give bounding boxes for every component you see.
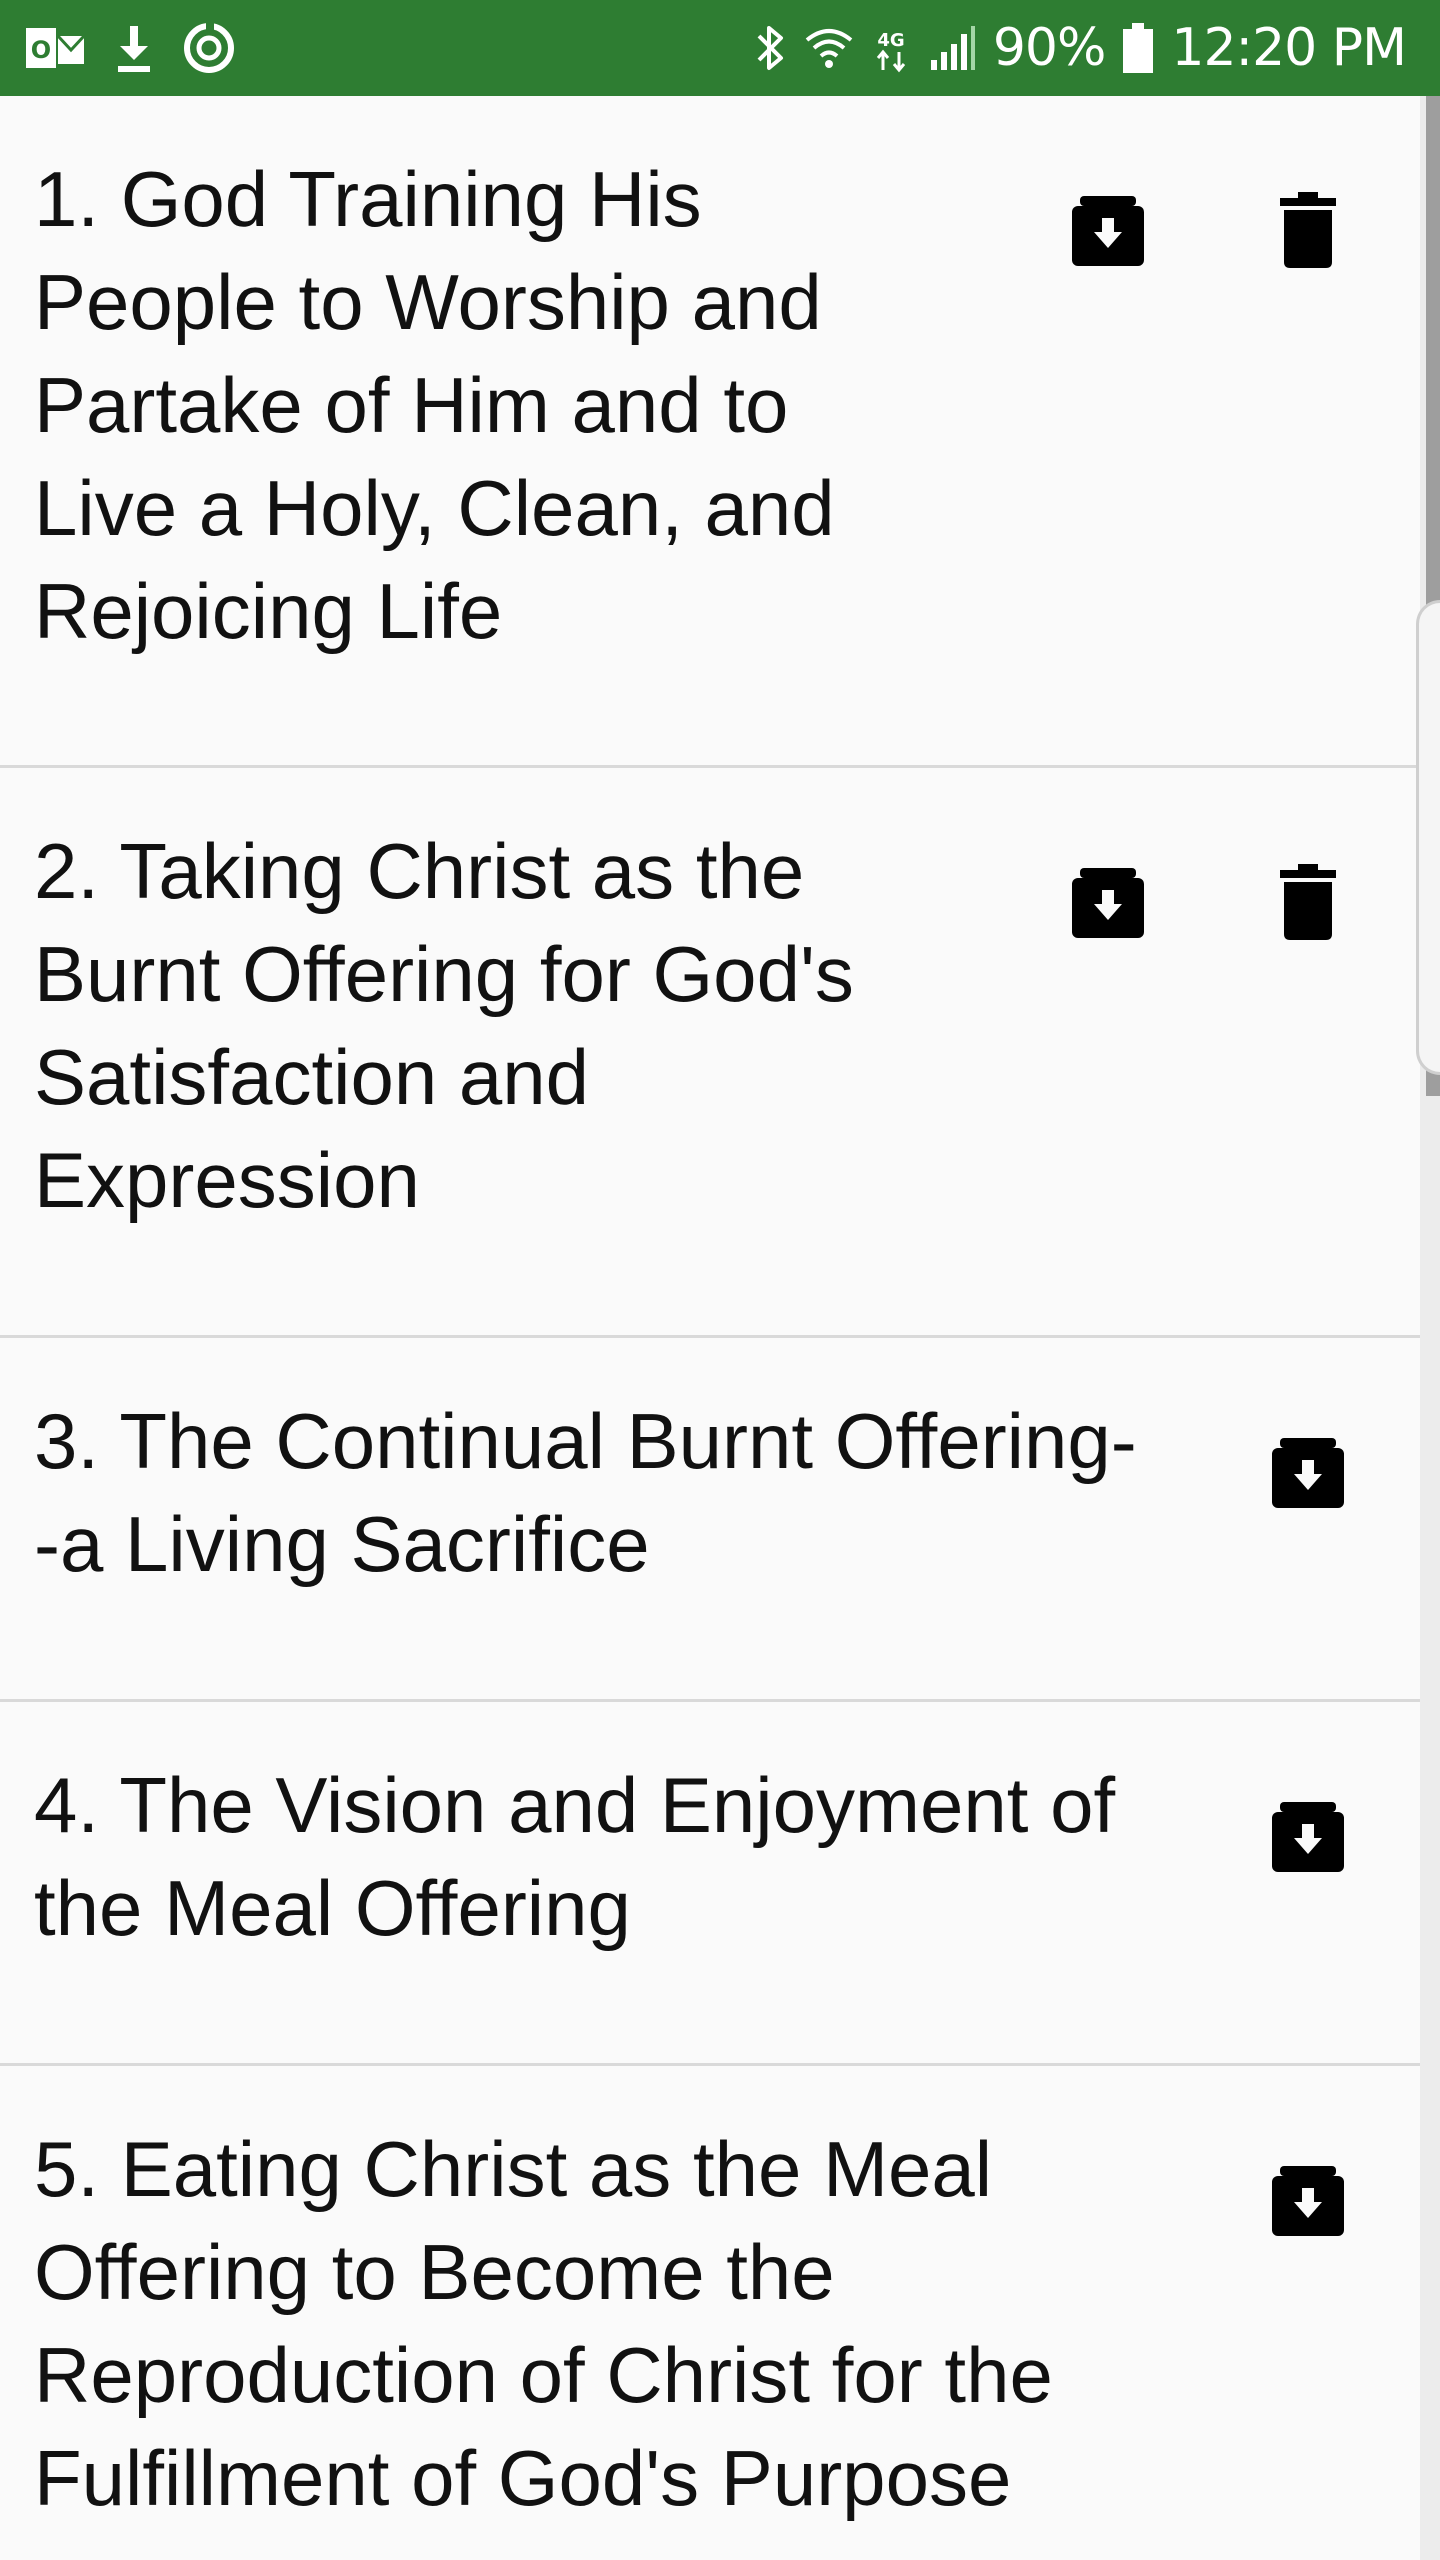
- outlook-icon: O: [26, 28, 86, 68]
- delete-button[interactable]: [1272, 190, 1344, 270]
- message-list[interactable]: 1. God Training His People to Worship an…: [0, 96, 1420, 2560]
- archive-button[interactable]: [1272, 1432, 1344, 1512]
- download-icon: [118, 26, 150, 72]
- archive-button[interactable]: [1072, 190, 1144, 270]
- archive-button[interactable]: [1272, 2160, 1344, 2240]
- archive-button[interactable]: [1072, 862, 1144, 942]
- status-bar-notifications: O: [24, 21, 264, 75]
- trash-icon: [1280, 864, 1336, 940]
- status-bar: O 4G 90% 12:20 PM: [0, 0, 1440, 96]
- status-bar-system: 4G 90% 12:20 PM: [737, 18, 1407, 78]
- list-item[interactable]: 5. Eating Christ as the Meal Offering to…: [0, 2066, 1420, 2560]
- message-title: 4. The Vision and Enjoyment of the Meal …: [34, 1761, 1116, 1952]
- delete-button[interactable]: [1272, 862, 1344, 942]
- message-title: 1. God Training His People to Worship an…: [34, 155, 835, 655]
- archive-icon: [1272, 1438, 1344, 1508]
- message-title: 5. Eating Christ as the Meal Offering to…: [34, 2125, 1053, 2522]
- message-title: 2. Taking Christ as the Burnt Offering f…: [34, 827, 854, 1224]
- list-item[interactable]: 3. The Continual Burnt Offering--a Livin…: [0, 1338, 1420, 1702]
- bluetooth-icon: [757, 26, 783, 70]
- message-title: 3. The Continual Burnt Offering--a Livin…: [34, 1397, 1137, 1588]
- wifi-icon: [805, 29, 853, 68]
- status-time: 12:20 PM: [1171, 18, 1407, 78]
- list-item[interactable]: 4. The Vision and Enjoyment of the Meal …: [0, 1702, 1420, 2066]
- svg-text:4G: 4G: [877, 30, 904, 51]
- signal-icon: [930, 26, 975, 70]
- trash-icon: [1280, 192, 1336, 268]
- list-item[interactable]: 2. Taking Christ as the Burnt Offering f…: [0, 768, 1420, 1338]
- archive-icon: [1272, 2166, 1344, 2236]
- lte-icon: 4G: [876, 30, 905, 73]
- sync-icon: [184, 23, 234, 73]
- fast-scroll-handle[interactable]: [1416, 600, 1440, 1075]
- archive-icon: [1072, 868, 1144, 938]
- svg-text:O: O: [31, 36, 51, 64]
- archive-icon: [1072, 196, 1144, 266]
- battery-icon: [1123, 23, 1154, 73]
- battery-percent: 90%: [992, 18, 1107, 78]
- archive-icon: [1272, 1802, 1344, 1872]
- list-item[interactable]: 1. God Training His People to Worship an…: [0, 96, 1420, 768]
- archive-button[interactable]: [1272, 1796, 1344, 1876]
